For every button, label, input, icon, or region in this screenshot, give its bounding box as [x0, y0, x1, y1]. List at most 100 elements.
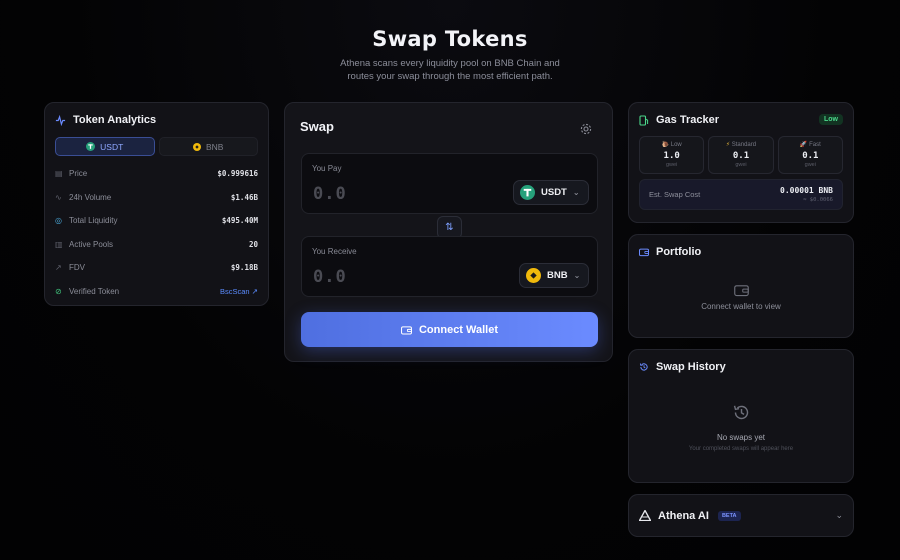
token-analytics-card: Token Analytics USDT BNB ▤ Price $0.9996…: [44, 102, 269, 306]
swap-title: Swap: [300, 119, 334, 134]
est-swap-cost-label: Est. Swap Cost: [649, 190, 701, 199]
verified-row: ⊘ Verified Token BscScan ↗: [55, 280, 258, 304]
receive-token-select[interactable]: BNB ⌄: [519, 263, 590, 288]
pools-label: Active Pools: [69, 239, 114, 249]
price-row: ▤ Price $0.999616: [55, 162, 258, 186]
pools-row: ▥ Active Pools 20: [55, 233, 258, 257]
receive-amount-input[interactable]: 0.0: [313, 267, 347, 287]
verified-label: Verified Token: [69, 286, 120, 296]
gas-tier-standard-label: Standard: [731, 142, 757, 148]
activity-icon: [55, 114, 66, 126]
tab-usdt[interactable]: USDT: [55, 137, 155, 156]
gas-tier-low-label: Low: [670, 142, 682, 148]
athena-ai-title: Athena AI: [658, 509, 709, 522]
liquidity-row: ◎ Total Liquidity $495.40M: [55, 209, 258, 233]
usdt-icon: [86, 142, 96, 151]
token-analytics-title: Token Analytics: [73, 114, 157, 126]
fdv-row: ↗ FDV $9.18B: [55, 256, 258, 280]
gas-tracker-header: Gas Tracker: [639, 114, 843, 126]
verified-check-icon: ⊘: [55, 286, 62, 296]
portfolio-card: Portfolio Connect wallet to view: [628, 234, 854, 338]
gas-tier-fast: 🚀 Fast 0.1 gwei: [777, 136, 843, 174]
gas-tier-fast-value: 0.1: [802, 151, 819, 161]
history-icon: [733, 405, 748, 420]
price-icon: ▤: [55, 169, 63, 179]
liquidity-icon: ◎: [55, 216, 62, 226]
fdv-value: $9.18B: [230, 263, 258, 273]
gas-tier-standard: ⚡ Standard 0.1 gwei: [708, 136, 774, 174]
liquidity-value: $495.40M: [221, 216, 258, 226]
est-swap-cost-value: 0.00001 BNB: [780, 186, 833, 195]
wallet-outline-icon: [733, 285, 749, 297]
bscscan-link-label: BscScan: [220, 286, 250, 296]
pools-value: 20: [248, 239, 258, 249]
athena-logo-icon: [639, 510, 651, 521]
athena-ai-header: Athena AI BETA: [639, 510, 741, 522]
token-analytics-header: Token Analytics: [55, 114, 258, 126]
receive-label: You Receive: [312, 247, 357, 256]
wallet-icon: [639, 248, 649, 257]
pay-label: You Pay: [312, 164, 342, 173]
portfolio-header: Portfolio: [639, 246, 843, 258]
receive-token-label: BNB: [547, 270, 568, 281]
gas-tier-standard-unit: gwei: [735, 162, 747, 168]
pay-field[interactable]: You Pay 0.0 USDT ⌄: [301, 153, 598, 214]
trend-icon: ↗: [55, 263, 62, 273]
chevron-down-icon: ⌄: [573, 271, 581, 280]
portfolio-empty-state: Connect wallet to view: [629, 283, 853, 311]
volume-label: 24h Volume: [69, 192, 112, 202]
snail-icon: 🐌: [661, 142, 670, 148]
gas-tier-fast-label: Fast: [809, 142, 821, 148]
chevron-down-icon[interactable]: ⌄: [835, 510, 843, 521]
gas-tier-low-unit: gwei: [666, 162, 678, 168]
bscscan-link[interactable]: BscScan ↗: [220, 287, 258, 296]
pay-amount-input[interactable]: 0.0: [313, 184, 347, 204]
connect-wallet-label: Connect Wallet: [418, 323, 499, 336]
gas-tier-fast-unit: gwei: [804, 162, 816, 168]
gas-tracker-card: Gas Tracker Low 🐌 Low 1.0 gwei ⚡ Standar…: [628, 102, 854, 223]
pay-token-label: USDT: [541, 187, 567, 198]
fuel-icon: [639, 114, 649, 126]
swap-history-card: Swap History No swaps yet Your completed…: [628, 349, 854, 483]
gas-tracker-title: Gas Tracker: [656, 114, 719, 126]
bnb-icon: [526, 268, 541, 283]
volume-value: $1.46B: [230, 192, 258, 202]
gas-tiers: 🐌 Low 1.0 gwei ⚡ Standard 0.1 gwei 🚀 Fas…: [639, 136, 843, 174]
tab-usdt-label: USDT: [100, 141, 124, 152]
price-label: Price: [69, 169, 88, 179]
liquidity-label: Total Liquidity: [69, 216, 118, 226]
gas-tier-standard-value: 0.1: [732, 151, 750, 161]
portfolio-title: Portfolio: [656, 246, 702, 258]
gas-tier-low-value: 1.0: [663, 151, 680, 161]
connect-wallet-button[interactable]: Connect Wallet: [301, 312, 598, 347]
page-title: Swap Tokens: [372, 27, 528, 51]
rocket-icon: 🚀: [799, 142, 808, 148]
swap-history-header: Swap History: [639, 361, 843, 373]
swap-history-title: Swap History: [656, 361, 726, 373]
athena-ai-card[interactable]: Athena AI BETA ⌄: [628, 494, 854, 537]
pay-token-select[interactable]: USDT ⌄: [513, 180, 589, 205]
portfolio-empty-text: Connect wallet to view: [701, 302, 781, 311]
settings-gear-icon[interactable]: [580, 123, 592, 135]
token-tabs: USDT BNB: [55, 137, 258, 156]
est-swap-cost: Est. Swap Cost 0.00001 BNB ≈ $0.0066: [639, 179, 843, 210]
external-link-icon: ↗: [251, 286, 258, 296]
analytics-rows: ▤ Price $0.999616 ∿ 24h Volume $1.46B ◎ …: [55, 162, 258, 303]
gas-tier-low: 🐌 Low 1.0 gwei: [639, 136, 705, 174]
pools-icon: ▥: [55, 239, 63, 249]
history-empty-state: No swaps yet Your completed swaps will a…: [629, 403, 853, 452]
history-empty-subtext: Your completed swaps will appear here: [688, 446, 794, 452]
price-value: $0.999616: [217, 169, 258, 179]
tab-bnb[interactable]: BNB: [158, 137, 258, 156]
usdt-icon: [520, 185, 535, 200]
page-subtitle: Athena scans every liquidity pool on BNB…: [340, 58, 560, 82]
history-empty-title: No swaps yet: [716, 433, 766, 442]
swap-arrows-icon: ⇅: [445, 222, 454, 233]
bnb-icon: [193, 142, 201, 151]
volume-row: ∿ 24h Volume $1.46B: [55, 186, 258, 210]
volume-icon: ∿: [55, 192, 62, 202]
receive-field[interactable]: You Receive 0.0 BNB ⌄: [301, 236, 598, 297]
history-icon: [639, 363, 648, 371]
tab-bnb-label: BNB: [206, 141, 224, 152]
swap-card: Swap You Pay 0.0 USDT ⌄ ⇅ You Receive 0.…: [284, 102, 613, 362]
